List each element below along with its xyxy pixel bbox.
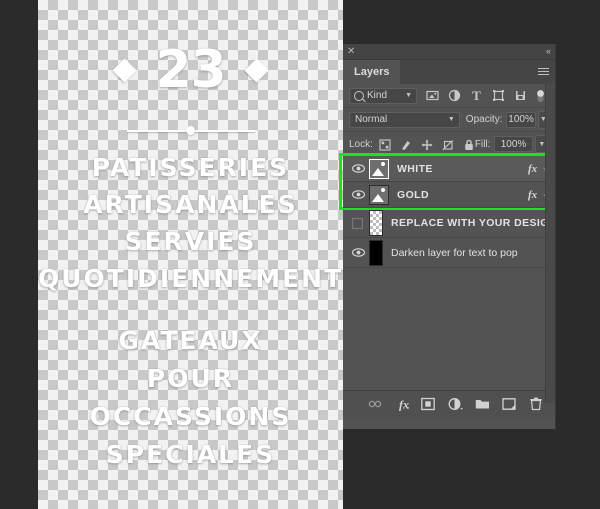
poster-line: SERVIES xyxy=(124,227,257,256)
lock-artboard-nesting-icon[interactable] xyxy=(442,138,454,151)
layer-thumbnail[interactable] xyxy=(369,239,383,266)
layer-thumbnail[interactable] xyxy=(369,209,383,236)
layer-row-darken[interactable]: Darken layer for text to pop xyxy=(343,238,555,268)
panel-tab-bar: Layers xyxy=(343,60,555,84)
chevron-down-icon: ▼ xyxy=(447,116,455,123)
fx-icon: fx xyxy=(527,162,538,175)
layer-visibility-toggle[interactable] xyxy=(347,164,369,173)
filter-kind-label: Kind xyxy=(367,90,388,101)
layer-thumbnail[interactable] xyxy=(369,158,389,179)
poster-line: GATEAUX xyxy=(118,326,263,355)
poster-line: OCCASSIONS xyxy=(89,402,292,431)
new-group-icon[interactable] xyxy=(475,397,489,411)
diamond-right-icon xyxy=(244,57,269,83)
layer-visibility-toggle[interactable] xyxy=(347,218,369,229)
adjustment-layer-filter-icon[interactable] xyxy=(448,89,461,102)
layer-visibility-toggle[interactable] xyxy=(347,248,369,257)
poster-text-block-top: PATISSERIES ARTISANALES SERVIES QUOTIDIE… xyxy=(38,155,343,291)
add-layer-mask-icon[interactable] xyxy=(421,397,435,411)
filter-kind-select[interactable]: Kind ▼ xyxy=(349,87,417,104)
layers-panel: ✕ « Layers Kind ▼ T Normal ▼ Opacity: 10… xyxy=(339,44,556,429)
panel-title-bar: ✕ « xyxy=(343,44,555,60)
poster-artwork: 23 PATISSERIES ARTISANALES SERVIES QUOTI… xyxy=(38,0,343,509)
poster-line: ARTISANALES xyxy=(83,190,298,219)
lock-icons xyxy=(379,138,475,151)
new-adjustment-layer-icon[interactable] xyxy=(448,397,463,411)
shape-layer-filter-icon[interactable] xyxy=(492,89,505,102)
layers-empty-area xyxy=(343,268,555,390)
blend-mode-row: Normal ▼ Opacity: 100% ▼ xyxy=(343,108,555,132)
eye-icon xyxy=(351,248,365,257)
fill-label: Fill: xyxy=(474,138,491,150)
lock-position-icon[interactable] xyxy=(421,138,433,151)
lock-image-pixels-icon[interactable] xyxy=(400,138,412,150)
poster-line: QUOTIDIENNEMENT xyxy=(38,264,343,293)
add-layer-style-icon[interactable]: fx xyxy=(394,397,409,412)
layer-filter-row: Kind ▼ T xyxy=(343,84,555,108)
lock-row: Lock: Fill: 100% ▼ xyxy=(343,132,555,156)
svg-text:fx: fx xyxy=(399,398,409,412)
poster-line: SPECIALES xyxy=(105,440,276,469)
lock-transparent-pixels-icon[interactable] xyxy=(379,138,391,151)
poster-line: PATISSERIES xyxy=(91,153,290,182)
opacity-input[interactable]: 100% xyxy=(506,111,536,128)
number-row: 23 xyxy=(38,44,343,96)
pixel-layer-filter-icon[interactable] xyxy=(426,89,439,102)
poster-text-block-bottom: GATEAUX POUR OCCASSIONS SPECIALES xyxy=(38,328,343,467)
filter-type-icons: T xyxy=(426,88,549,103)
new-layer-icon[interactable] xyxy=(502,397,516,411)
svg-text:T: T xyxy=(472,89,481,102)
eye-icon xyxy=(351,164,365,173)
poster-number: 23 xyxy=(155,40,226,100)
layer-row-gold[interactable]: GOLD fx ⌄ xyxy=(343,182,555,208)
fx-icon: fx xyxy=(527,188,538,201)
layer-name: GOLD xyxy=(397,188,429,201)
diamond-left-icon xyxy=(112,57,137,83)
layer-row-white[interactable]: WHITE fx ⌄ xyxy=(343,156,555,182)
chevron-down-icon: ▼ xyxy=(405,92,412,99)
lock-all-icon[interactable] xyxy=(463,138,475,150)
document-canvas[interactable]: 23 PATISSERIES ARTISANALES SERVIES QUOTI… xyxy=(38,0,343,509)
layer-thumbnail[interactable] xyxy=(369,184,389,205)
panel-edge xyxy=(555,44,556,429)
fill-input[interactable]: 100% xyxy=(494,136,533,152)
ornament-divider xyxy=(126,125,255,137)
blend-mode-select[interactable]: Normal ▼ xyxy=(349,111,460,128)
layers-list: WHITE fx ⌄ GOLD fx ⌄ xyxy=(339,153,555,268)
close-icon[interactable]: ✕ xyxy=(347,45,355,58)
layer-row-replace-design[interactable]: REPLACE WITH YOUR DESIGN xyxy=(343,208,555,238)
type-layer-filter-icon[interactable]: T xyxy=(470,88,483,103)
layers-scrollbar[interactable] xyxy=(545,83,555,403)
divider-dot-icon xyxy=(185,126,195,135)
delete-layer-icon[interactable] xyxy=(529,397,543,411)
opacity-value: 100% xyxy=(508,114,534,125)
layer-name: WHITE xyxy=(397,162,433,175)
layer-visibility-toggle[interactable] xyxy=(347,190,369,199)
fill-value: 100% xyxy=(500,138,527,150)
layer-name: REPLACE WITH YOUR DESIGN xyxy=(391,216,555,229)
layers-bottom-toolbar: fx xyxy=(343,390,555,417)
lock-label: Lock: xyxy=(349,138,373,150)
link-layers-icon[interactable] xyxy=(367,397,382,411)
eye-hidden-icon xyxy=(351,218,365,229)
hamburger-icon[interactable] xyxy=(538,68,549,77)
eye-icon xyxy=(351,190,365,199)
search-icon xyxy=(354,90,364,101)
tab-layers[interactable]: Layers xyxy=(343,60,401,84)
tab-layers-label: Layers xyxy=(354,66,390,78)
smart-object-filter-icon[interactable] xyxy=(514,89,527,102)
poster-line: POUR xyxy=(146,364,235,393)
opacity-label: Opacity: xyxy=(465,114,503,125)
collapse-icon[interactable]: « xyxy=(546,45,551,58)
blend-mode-value: Normal xyxy=(355,114,388,125)
layer-name: Darken layer for text to pop xyxy=(391,246,518,259)
